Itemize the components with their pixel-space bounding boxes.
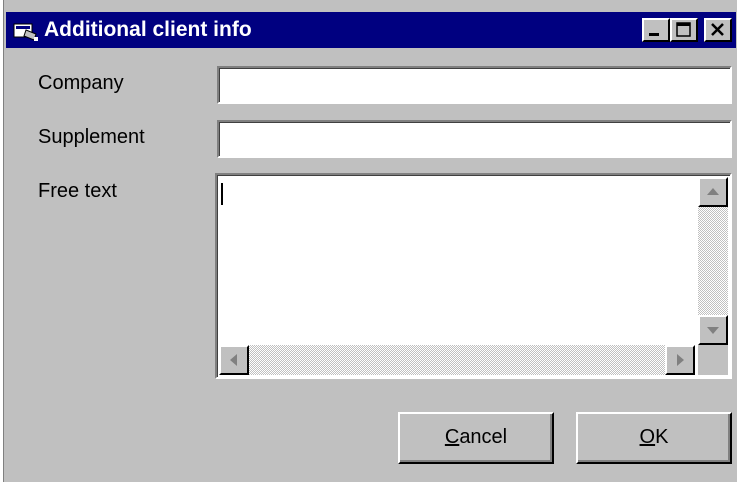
- company-field-frame: [217, 66, 732, 104]
- scroll-left-button[interactable]: [219, 345, 249, 375]
- app-icon: [12, 20, 40, 42]
- supplement-field-frame: [217, 120, 732, 158]
- ok-button[interactable]: OK: [576, 412, 732, 464]
- free-text-input[interactable]: [221, 179, 691, 339]
- free-text-label: Free text: [38, 180, 117, 202]
- minimize-icon: [649, 33, 659, 36]
- scroll-up-button[interactable]: [698, 177, 728, 207]
- cancel-label-rest: ancel: [459, 426, 508, 448]
- close-button[interactable]: [704, 18, 732, 42]
- maximize-button[interactable]: [670, 18, 698, 42]
- close-icon: [711, 23, 724, 36]
- company-label: Company: [38, 72, 124, 94]
- dialog-window: Additional client info Company Supplemen…: [3, 0, 737, 482]
- horizontal-scrollbar[interactable]: [219, 345, 695, 375]
- arrow-left-icon: [230, 354, 237, 366]
- title-bar[interactable]: Additional client info: [6, 12, 736, 48]
- text-cursor: [221, 183, 223, 205]
- scrollbar-corner: [698, 345, 728, 375]
- vertical-scrollbar[interactable]: [698, 177, 728, 345]
- arrow-right-icon: [677, 354, 684, 366]
- arrow-down-icon: [707, 327, 719, 334]
- cancel-accelerator: C: [444, 426, 460, 448]
- scroll-down-button[interactable]: [698, 315, 728, 345]
- scroll-right-button[interactable]: [665, 345, 695, 375]
- supplement-input[interactable]: [223, 124, 724, 152]
- free-text-memo: [215, 173, 732, 379]
- company-input[interactable]: [223, 70, 724, 98]
- supplement-label: Supplement: [38, 126, 145, 148]
- maximize-icon: [676, 22, 691, 37]
- cancel-button[interactable]: Cancel: [398, 412, 554, 464]
- ok-label-rest: K: [655, 426, 669, 448]
- window-title: Additional client info: [44, 18, 252, 41]
- minimize-button[interactable]: [642, 18, 670, 42]
- ok-accelerator: O: [639, 426, 656, 448]
- arrow-up-icon: [707, 188, 719, 195]
